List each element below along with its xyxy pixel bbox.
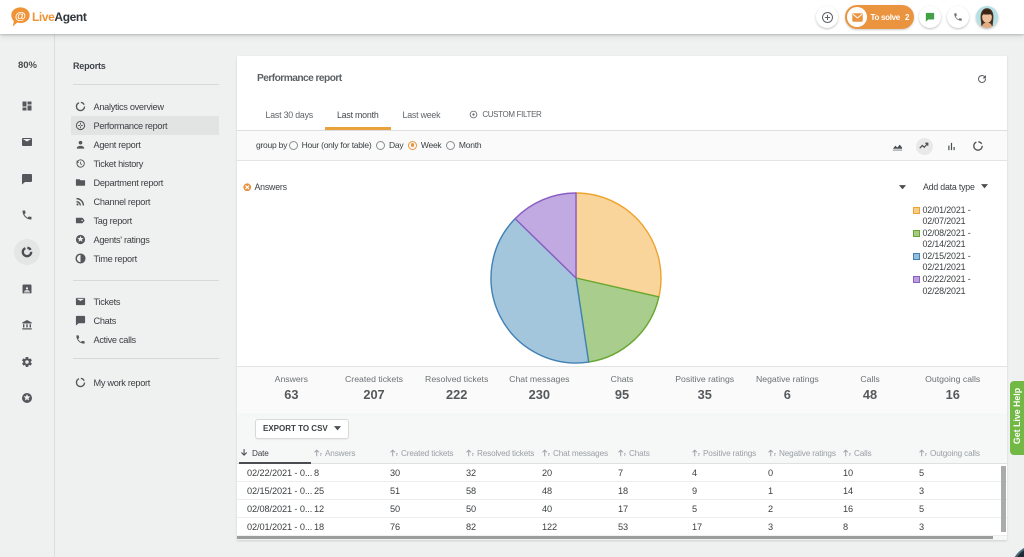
svg-text:@: @ — [15, 10, 26, 22]
